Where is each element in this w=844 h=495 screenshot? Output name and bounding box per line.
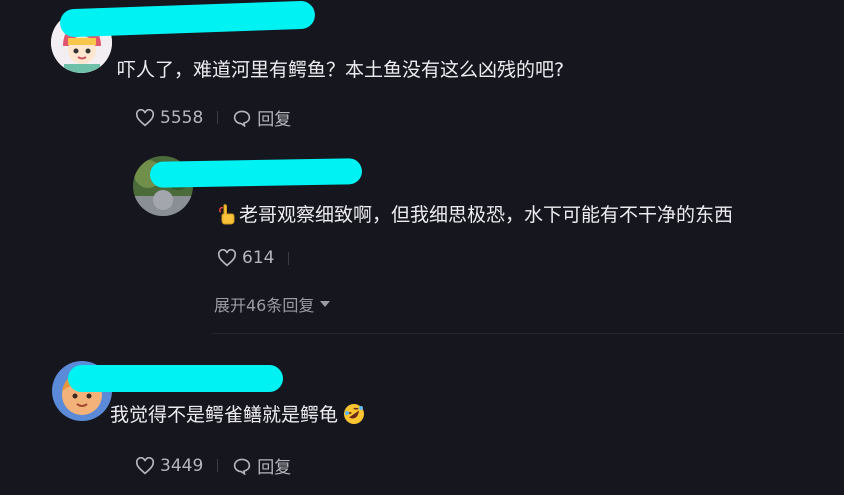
heart-outline-icon — [135, 456, 155, 474]
speech-bubble-icon — [234, 110, 251, 127]
action-separator — [217, 459, 219, 472]
reply-text: 老哥观察细致啊，但我细思极恐，水下可能有不干净的东西 — [218, 200, 733, 227]
pinky-promise-emoji — [218, 203, 237, 225]
reply-label: 回复 — [257, 110, 292, 130]
like-count: 614 — [242, 248, 275, 268]
reply-button[interactable]: 回复 — [232, 105, 291, 130]
heart-outline-icon — [217, 249, 237, 267]
like-button[interactable]: 614 — [217, 248, 274, 268]
thread-divider — [212, 333, 844, 334]
reply-label: 回复 — [257, 458, 292, 478]
caret-down-icon — [320, 300, 331, 307]
action-separator — [288, 251, 290, 265]
expand-replies-button[interactable]: 展开46条回复 — [214, 292, 331, 316]
comment-text: 我觉得不是鳄雀鳝就是鳄龟 — [110, 400, 365, 427]
like-button[interactable]: 5558 — [135, 108, 203, 128]
speech-bubble-icon — [234, 458, 251, 475]
rolling-laughing-emoji — [343, 403, 365, 425]
comment-text: 吓人了，难道河里有鳄鱼？本土鱼没有这么凶残的吧? — [117, 59, 565, 81]
redacted-username — [149, 158, 363, 188]
action-separator — [217, 111, 219, 124]
redacted-username — [59, 0, 316, 38]
redacted-username — [68, 365, 283, 392]
comment-item: 我觉得不是鳄雀鳝就是鳄龟 3449 回复 — [0, 340, 844, 495]
like-count: 3449 — [160, 455, 204, 476]
like-count: 5558 — [160, 107, 204, 128]
reply-item: 老哥观察细致啊，但我细思极恐，水下可能有不干净的东西 614 展开46条回复 — [0, 140, 844, 315]
comment-item: 吓人了，难道河里有鳄鱼？本土鱼没有这么凶残的吧? 5558 回复 — [0, 0, 844, 140]
like-button[interactable]: 3449 — [135, 456, 203, 476]
heart-outline-icon — [135, 108, 155, 126]
reply-button[interactable]: 回复 — [232, 453, 291, 478]
expand-replies-label: 展开46条回复 — [214, 296, 315, 315]
